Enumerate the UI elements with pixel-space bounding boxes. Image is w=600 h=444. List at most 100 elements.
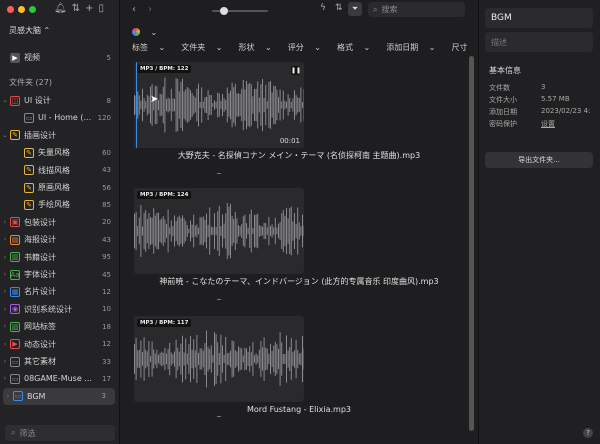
info-value: 3 [541, 83, 546, 91]
sidebar-folder-item[interactable]: › ▣ 包装设计 20 [0, 214, 120, 231]
chevron-right-icon[interactable]: › [0, 358, 10, 365]
sort-icon[interactable]: ⇅ [72, 3, 80, 14]
filter-dropdown[interactable]: 形状 ⌄ [239, 40, 280, 55]
sidebar-folder-label: UI - Home (... [38, 113, 92, 123]
sidebar-folder-label: 字体设计 [24, 270, 56, 279]
sidebar-folder-item[interactable]: › ▥ 书籍设计 95 [0, 249, 120, 266]
chevron-right-icon[interactable]: › [0, 375, 10, 382]
sidebar-folder-label: 海报设计 [24, 235, 56, 245]
audio-thumbnail[interactable]: MP3 / BPM: 122 ❚❚ 00:01 ➤ [134, 62, 304, 148]
chevron-right-icon[interactable]: › [0, 323, 10, 330]
sidebar-folder-item[interactable]: › ▭ BGM 3 [3, 387, 115, 405]
filter-label: 添加日期 [386, 43, 419, 52]
folder-icon: ▭ [10, 373, 20, 384]
folder-name-field[interactable]: BGM [485, 8, 593, 28]
sidebar-folder-label: 其它素材 [24, 357, 56, 366]
chevron-right-icon[interactable]: › [0, 219, 10, 226]
sidebar-folder-item[interactable]: ✎ 原画风格 56 [0, 179, 120, 196]
filter-dropdown[interactable]: 文件夹 ⌄ [181, 40, 230, 55]
sidebar-folder-item[interactable]: ✎ 矢量风格 60 [0, 144, 120, 161]
filter-funnel-icon[interactable]: ⏷ [348, 2, 362, 16]
sidebar-folder-count: 120 [97, 113, 111, 122]
chevron-down-icon[interactable]: ⌄ [0, 97, 10, 104]
filter-label: 标签 [132, 43, 148, 52]
playback-time: 00:01 [279, 137, 300, 145]
password-set-link[interactable]: 设置 [541, 119, 555, 129]
chevron-down-icon[interactable]: ⌄ [0, 132, 10, 139]
filter-dropdown[interactable]: 标签 ⌄ [132, 40, 173, 55]
close-button[interactable] [7, 6, 14, 13]
zoom-button[interactable] [29, 6, 36, 13]
audio-thumbnail[interactable]: MP3 / BPM: 124 [134, 188, 304, 274]
sidebar-folder-item[interactable]: › ▦ 名片设计 12 [0, 283, 120, 300]
item-dash [217, 173, 221, 174]
library-switcher[interactable]: 灵感大脑 ⌃ [9, 25, 50, 36]
minimize-button[interactable] [18, 6, 25, 13]
forward-icon[interactable]: › [148, 4, 152, 15]
sidebar-folder-item[interactable]: ✎ 手绘风格 85 [0, 196, 120, 213]
chevron-right-icon[interactable]: › [3, 393, 13, 400]
sidebar-folder-item[interactable]: ⌄ ◫ UI 设计 8 [0, 92, 120, 109]
sidebar-folder-item[interactable]: › ▤ 海报设计 43 [0, 231, 120, 248]
sidebar-folder-item[interactable]: › ▶ 动态设计 12 [0, 336, 120, 353]
zoom-slider[interactable] [212, 7, 268, 15]
sidebar-folder-item[interactable]: ▭ UI - Home (... 120 [0, 109, 120, 126]
info-value: 5.57 MB [541, 95, 570, 103]
search-input[interactable]: ⌕ 搜索 [368, 2, 465, 17]
filter-label: 文件夹 [181, 43, 206, 52]
chevron-right-icon[interactable]: › [0, 254, 10, 261]
sidebar-folder-label: 书籍设计 [24, 252, 56, 262]
sidebar-folder-label: 手绘风格 [38, 200, 70, 210]
info-label: 添加日期 [489, 108, 517, 116]
sidebar-folder-item[interactable]: › ▭ 其它素材 33 [0, 353, 120, 370]
web-icon: ▧ [10, 321, 20, 332]
filter-dropdown[interactable]: 尺寸 ⌄ [452, 40, 479, 55]
info-title: 基本信息 [489, 66, 521, 75]
bolt-icon[interactable]: ϟ [320, 3, 326, 13]
export-folder-button[interactable]: 导出文件夹... [485, 152, 593, 168]
sidebar-folder-item[interactable]: › ▧ 网站标签 18 [0, 318, 120, 335]
folders-title: 文件夹 (27) [9, 78, 52, 87]
format-badge: MP3 / BPM: 124 [137, 191, 192, 199]
audio-thumbnail[interactable]: MP3 / BPM: 117 [134, 316, 304, 402]
sidebar-folder-item[interactable]: › ◉ 识别系统设计 10 [0, 301, 120, 318]
sidebar-folder-count: 3 [101, 392, 106, 401]
search-icon: ⌕ [11, 428, 16, 437]
help-icon[interactable]: ? [583, 428, 593, 438]
sidebar-folder-label: 名片设计 [24, 287, 56, 297]
sort-order-icon[interactable]: ⇅ [335, 3, 343, 13]
color-filter[interactable]: ⌄ [132, 25, 157, 40]
chevron-right-icon[interactable]: › [0, 341, 10, 348]
sidebar-folder-item[interactable]: › Aa 字体设计 45 [0, 266, 120, 283]
filter-input[interactable]: ⌕ 筛选 [5, 425, 115, 441]
back-icon[interactable]: ‹ [132, 4, 136, 15]
pause-icon[interactable]: ❚❚ [291, 66, 301, 75]
chevron-right-icon[interactable]: › [0, 288, 10, 295]
sidebar-folder-item[interactable]: ⌄ ✎ 插画设计 [0, 127, 120, 144]
sidebar-folder-label: BGM [27, 391, 46, 401]
font-icon: Aa [10, 269, 20, 280]
description-field[interactable]: 描述 [485, 32, 593, 52]
chevron-right-icon[interactable]: › [0, 271, 10, 278]
sidebar-folder-item[interactable]: › ▭ 08GAME-Muse ... 17 [0, 370, 120, 387]
filter-dropdown[interactable]: 添加日期 ⌄ [386, 40, 443, 55]
color-wheel-icon [132, 28, 140, 36]
sidebar-folder-count: 33 [102, 357, 111, 366]
add-icon[interactable]: + [85, 3, 93, 14]
bell-icon[interactable]: 🔔︎ [54, 3, 67, 14]
scrollbar[interactable] [469, 56, 474, 431]
chevron-right-icon[interactable]: › [0, 306, 10, 313]
filter-dropdown[interactable]: 评分 ⌄ [288, 40, 329, 55]
chevron-right-icon[interactable]: › [0, 236, 10, 243]
sidebar-toggle-icon[interactable]: ▯ [98, 3, 104, 14]
filter-dropdown[interactable]: 格式 ⌄ [337, 40, 378, 55]
filter-label: 评分 [287, 43, 304, 52]
sidebar-item-video[interactable]: ▶ 视频 5 [0, 49, 120, 66]
window-controls [7, 6, 36, 13]
sidebar-folder-label: 线描风格 [38, 165, 70, 175]
sidebar-folder-label: 动态设计 [24, 339, 56, 349]
sidebar-folder-count: 85 [102, 200, 111, 209]
sidebar-folder-count: 45 [102, 270, 111, 279]
sidebar-folder-item[interactable]: ✎ 线描风格 43 [0, 162, 120, 179]
zoom-slider-thumb[interactable] [220, 7, 228, 15]
